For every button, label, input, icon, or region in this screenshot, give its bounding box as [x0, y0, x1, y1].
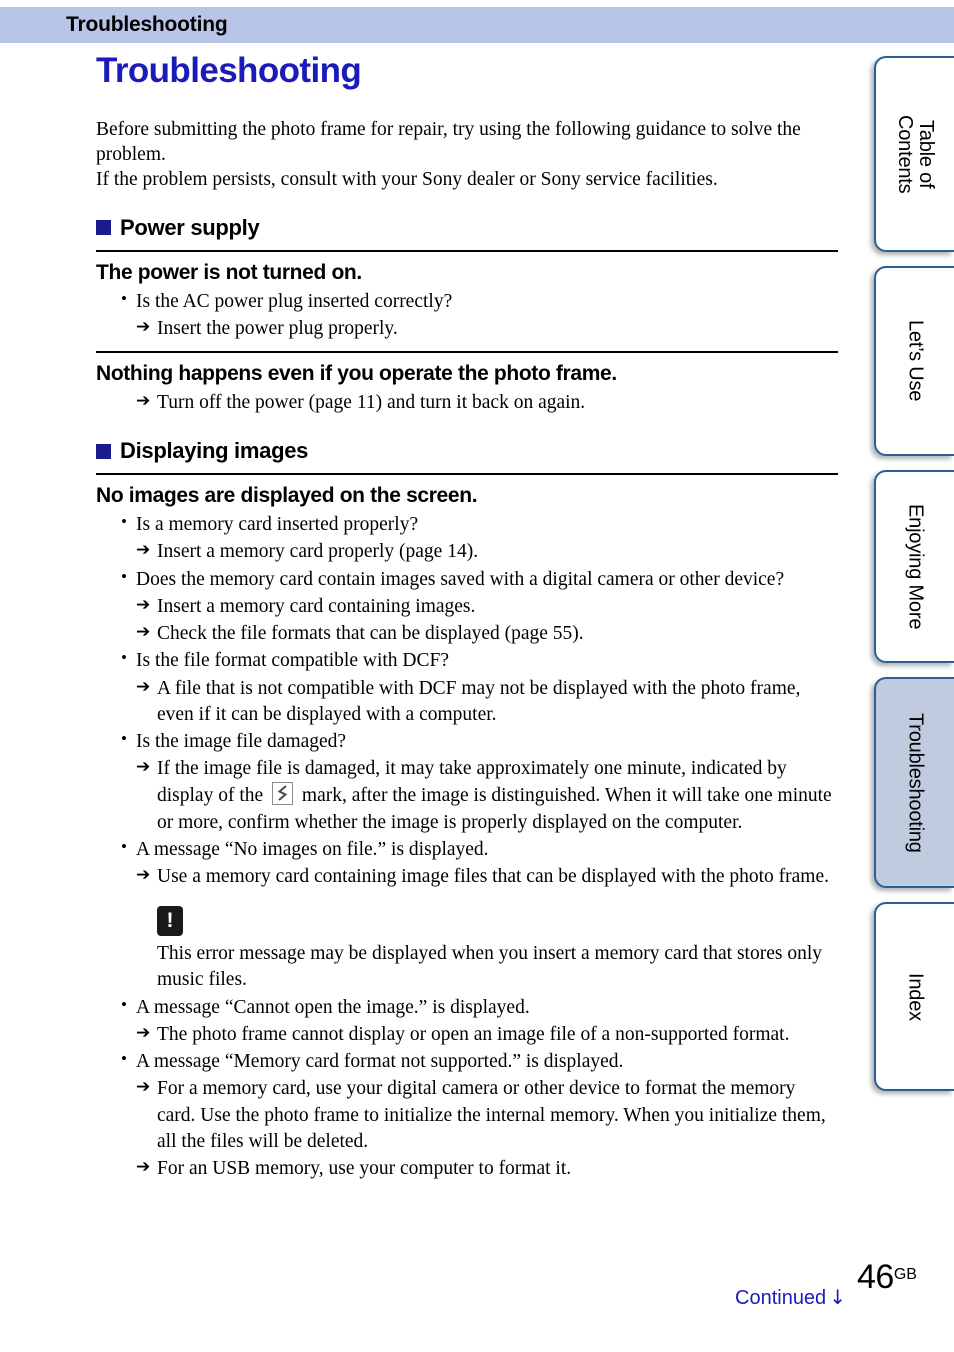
- page-number-suffix: GB: [893, 1266, 917, 1283]
- exclamation-glyph: !: [166, 909, 174, 933]
- symptom-bullet: Does the memory card contain images save…: [96, 566, 838, 593]
- down-arrow-icon: ↓: [829, 1285, 846, 1309]
- remedy-item: Insert a memory card containing images.: [96, 594, 838, 620]
- question-heading: The power is not turned on.: [96, 260, 362, 284]
- symptom-bullet: A message “No images on file.” is displa…: [96, 836, 838, 863]
- intro-line-2: If the problem persists, consult with yo…: [96, 169, 718, 191]
- section-divider: [96, 249, 838, 252]
- answer-list: Turn off the power (page 11) and turn it…: [96, 390, 838, 416]
- side-tab-label: Table of Contents: [894, 114, 937, 194]
- exclamation-icon: !: [157, 906, 183, 937]
- side-tab-navigation: Table of Contents Let’s Use Enjoying More T…: [874, 56, 954, 1105]
- section-heading-label: Displaying images: [120, 438, 309, 464]
- section-divider: [96, 473, 838, 476]
- symptom-bullet: Is the file format compatible with DCF?: [96, 647, 838, 674]
- remedy-item: A file that is not compatible with DCF m…: [96, 676, 838, 728]
- side-tab-troubleshooting[interactable]: Troubleshooting: [874, 677, 954, 888]
- page-title: Troubleshooting: [96, 51, 362, 90]
- symptom-bullet: Is the image file damaged?: [96, 728, 838, 755]
- symptom-bullet: Is the AC power plug inserted correctly?: [96, 288, 838, 315]
- remedy-item: Turn off the power (page 11) and turn it…: [96, 390, 838, 416]
- intro-paragraph: Before submitting the photo frame for re…: [96, 117, 838, 193]
- remedy-item: Insert the power plug properly.: [96, 316, 838, 342]
- remedy-item: Insert a memory card properly (page 14).: [96, 539, 838, 565]
- question-heading: Nothing happens even if you operate the …: [96, 361, 617, 385]
- remedy-item: Check the file formats that can be displ…: [96, 621, 838, 647]
- answer-list: Is a memory card inserted properly?Inser…: [96, 511, 838, 1182]
- side-tab-label: Index: [904, 972, 927, 1021]
- section-heading: Power supply: [96, 215, 838, 241]
- continued-text: Continued: [735, 1287, 827, 1309]
- page-number: 46GB: [857, 1258, 917, 1297]
- remedy-item: The photo frame cannot display or open a…: [96, 1022, 838, 1048]
- side-tab-table-of-contents[interactable]: Table of Contents: [874, 56, 954, 252]
- section-heading-label: Power supply: [120, 214, 260, 240]
- side-tab-enjoying-more[interactable]: Enjoying More: [874, 470, 954, 663]
- note-text: This error message may be displayed when…: [157, 943, 822, 991]
- section-bullet-square-icon: [96, 220, 111, 236]
- section-bullet-square-icon: [96, 443, 111, 459]
- side-tab-let-s-use[interactable]: Let’s Use: [874, 266, 954, 456]
- section-divider: [96, 350, 838, 353]
- question-heading: No images are displayed on the screen.: [96, 484, 478, 508]
- remedy-item: Use a memory card containing image files…: [96, 864, 838, 890]
- side-tab-index[interactable]: Index: [874, 902, 954, 1091]
- section-heading: Displaying images: [96, 438, 838, 464]
- remedy-item: For a memory card, use your digital came…: [96, 1076, 838, 1155]
- side-tab-label: Troubleshooting: [904, 712, 927, 853]
- continued-label: Continued ↓: [735, 1285, 846, 1310]
- side-tab-label: Let’s Use: [904, 320, 927, 402]
- symptom-bullet: A message “Cannot open the image.” is di…: [96, 994, 838, 1021]
- damaged-file-mark-icon: [272, 782, 294, 806]
- running-header: Troubleshooting: [0, 7, 954, 43]
- page-content: Troubleshooting Before submitting the ph…: [96, 51, 838, 1183]
- remedy-item-with-mark: If the image file is damaged, it may tak…: [96, 756, 838, 836]
- sections-container: Power supply The power is not turned on. I…: [96, 215, 838, 1183]
- intro-line-1: Before submitting the photo frame for re…: [96, 118, 801, 165]
- symptom-bullet: A message “Memory card format not suppor…: [96, 1048, 838, 1075]
- symptom-bullet: Is a memory card inserted properly?: [96, 511, 838, 538]
- page-number-value: 46: [857, 1258, 894, 1296]
- answer-list: Is the AC power plug inserted correctly?…: [96, 288, 838, 342]
- note-block: ! This error message may be displayed whe…: [96, 906, 838, 993]
- running-header-title: Troubleshooting: [66, 13, 228, 36]
- side-tab-label: Enjoying More: [904, 503, 927, 630]
- remedy-item: For an USB memory, use your computer to …: [96, 1156, 838, 1182]
